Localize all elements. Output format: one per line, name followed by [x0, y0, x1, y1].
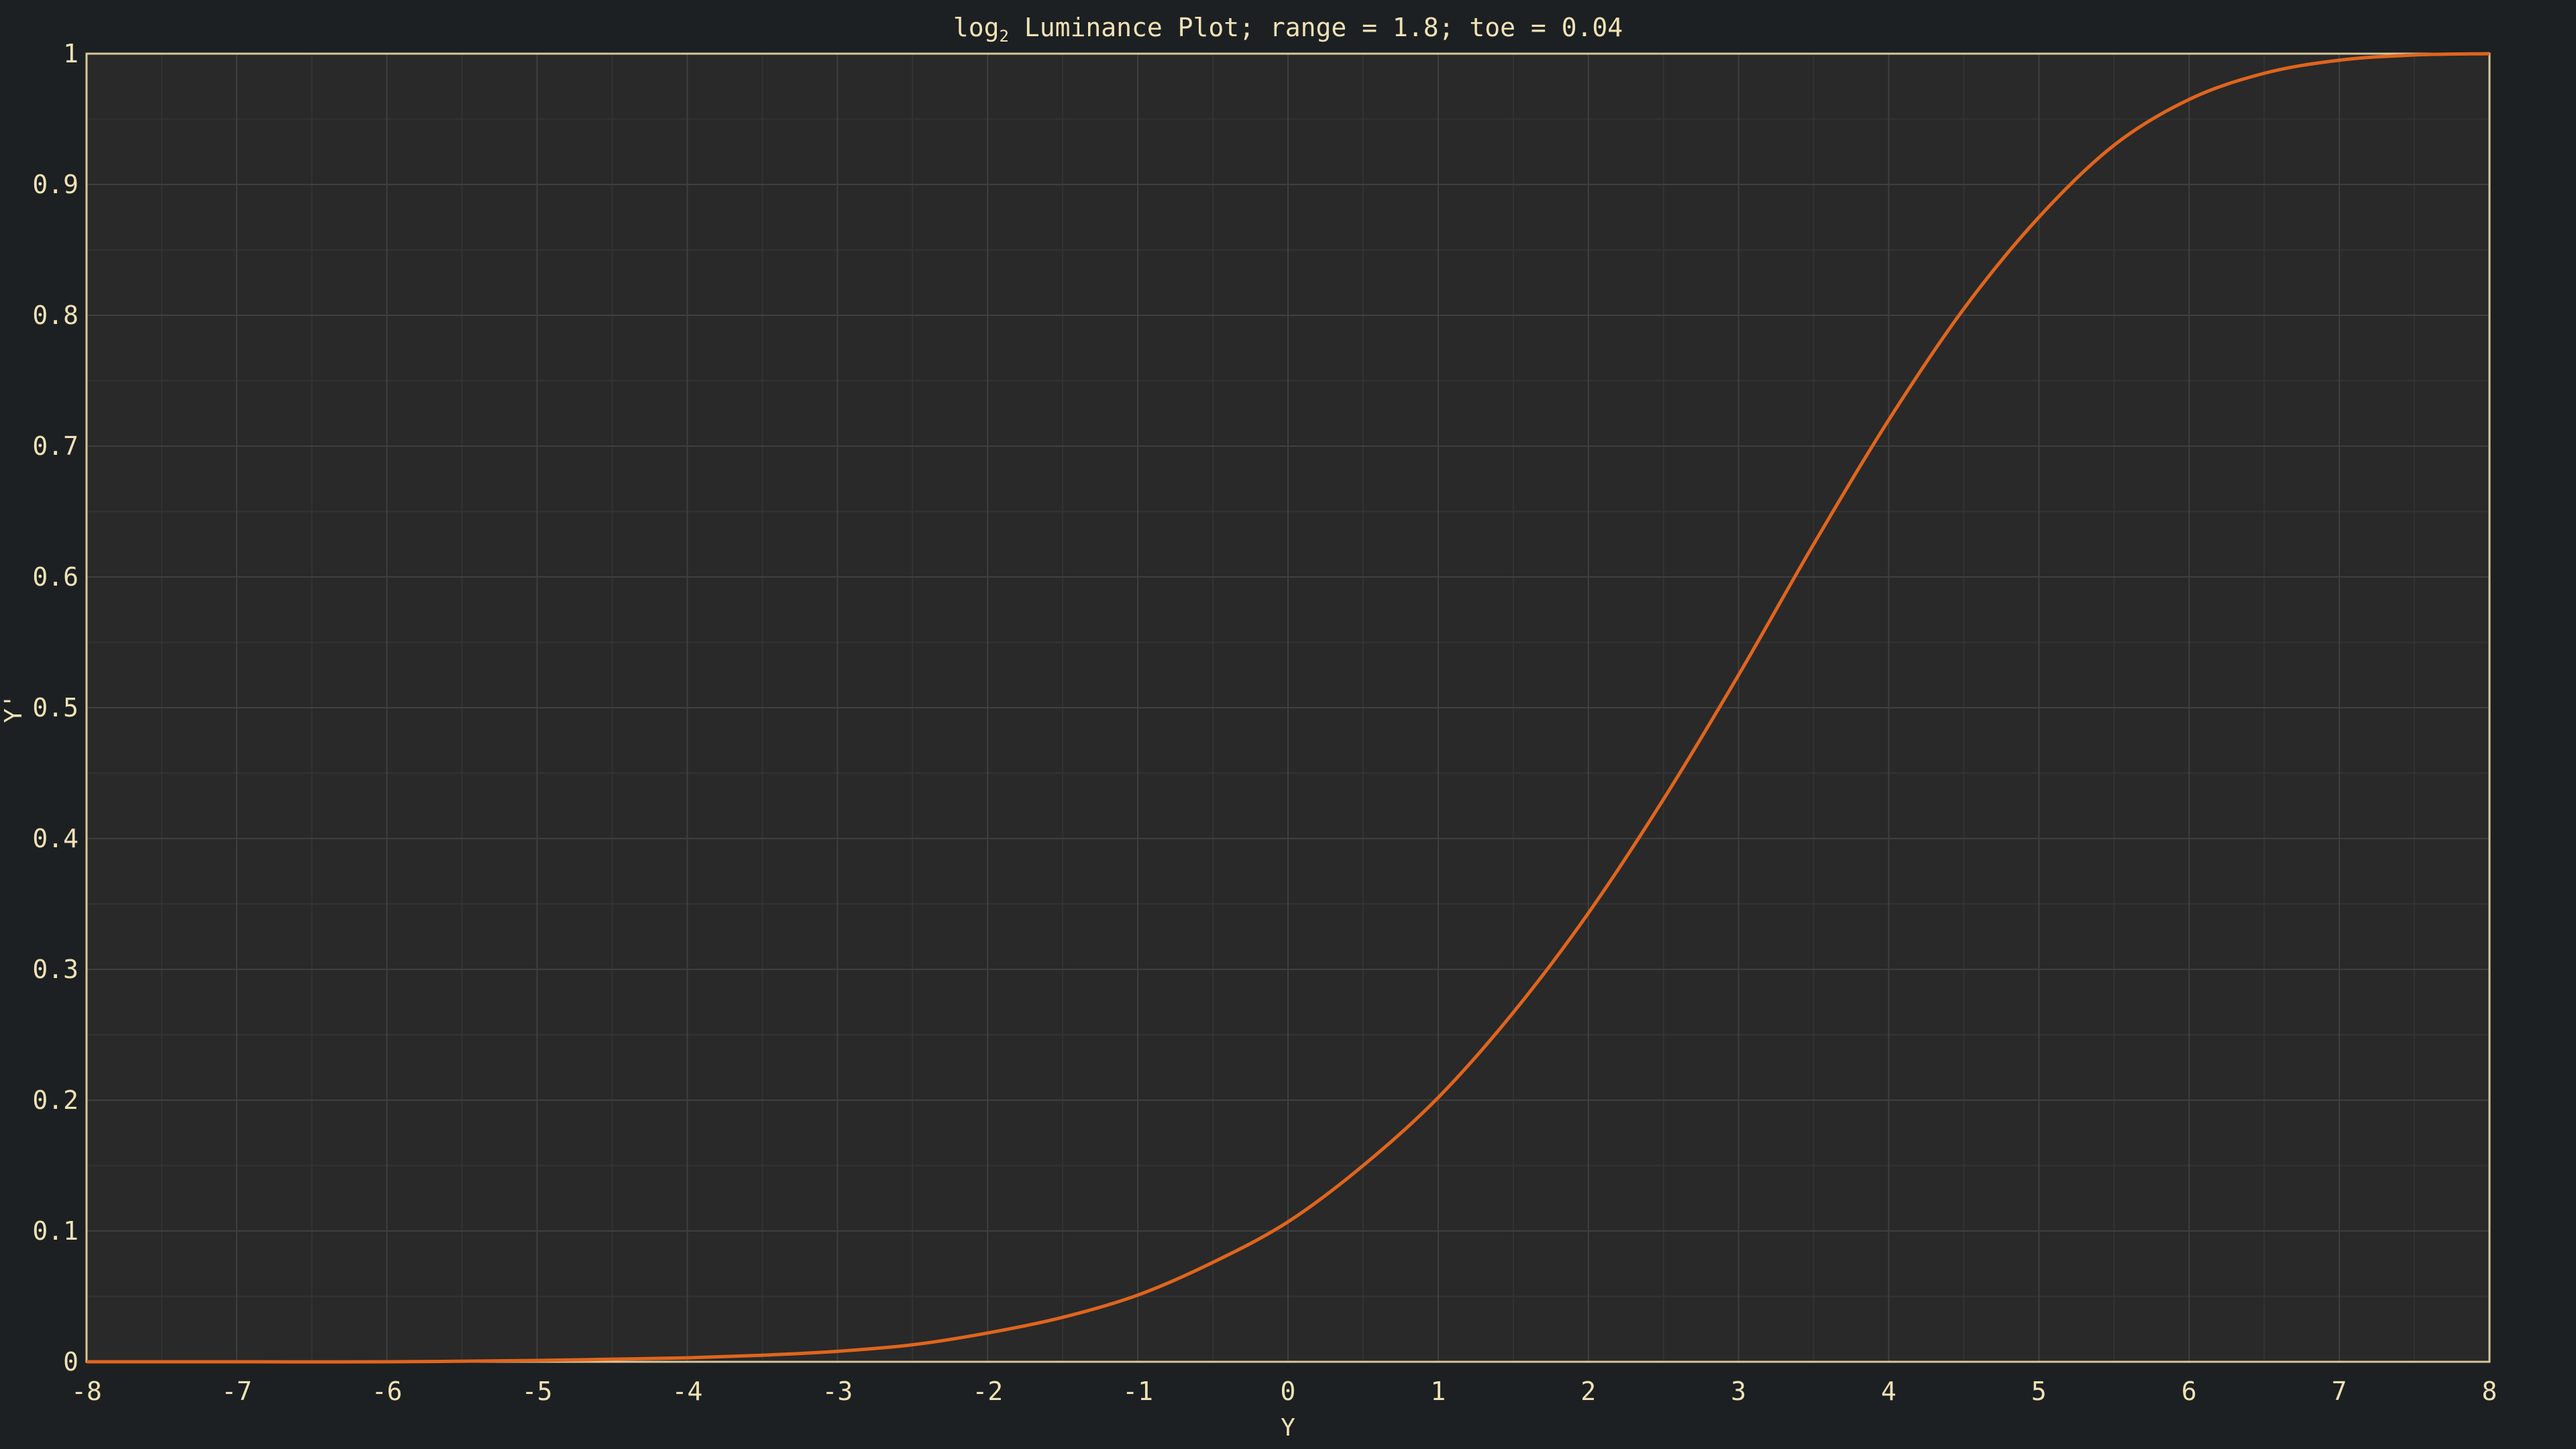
- x-tick-label: 0: [1281, 1377, 1296, 1406]
- x-tick-label: -6: [372, 1377, 402, 1406]
- y-tick-label: 0: [63, 1347, 78, 1377]
- y-tick-label: 0.2: [32, 1085, 78, 1115]
- x-tick-label: -4: [672, 1377, 703, 1406]
- chart-title-prefix: log: [953, 13, 1000, 42]
- y-tick-label: 0.4: [32, 824, 78, 853]
- x-tick-label: 5: [2031, 1377, 2047, 1406]
- y-axis-label: Y': [0, 694, 28, 722]
- x-tick-label: -5: [522, 1377, 553, 1406]
- y-tick-label: 0.9: [32, 170, 78, 199]
- y-tick-label: 0.3: [32, 955, 78, 984]
- y-tick-label: 1: [63, 39, 78, 68]
- chart-title-subscript: 2: [1000, 27, 1009, 46]
- x-tick-label: 7: [2332, 1377, 2347, 1406]
- x-tick-label: -1: [1122, 1377, 1153, 1406]
- x-tick-label: 8: [2482, 1377, 2498, 1406]
- y-tick-label: 0.1: [32, 1216, 78, 1246]
- y-tick-label: 0.8: [32, 301, 78, 330]
- y-tick-label: 0.6: [32, 562, 78, 592]
- y-tick-label: 0.7: [32, 431, 78, 461]
- chart-title: log2 Luminance Plot; range = 1.8; toe = …: [953, 13, 1623, 46]
- x-tick-label: -3: [822, 1377, 853, 1406]
- x-tick-label: 4: [1881, 1377, 1896, 1406]
- x-tick-label: 6: [2182, 1377, 2197, 1406]
- x-tick-label: 3: [1731, 1377, 1746, 1406]
- x-tick-label: 2: [1580, 1377, 1596, 1406]
- x-tick-label: -8: [71, 1377, 102, 1406]
- x-tick-label: 1: [1430, 1377, 1446, 1406]
- x-tick-label: -7: [221, 1377, 252, 1406]
- y-tick-label: 0.5: [32, 693, 78, 722]
- x-tick-label: -2: [972, 1377, 1003, 1406]
- luminance-chart: -8 -7 -6 -5 -4 -3 -2 -1 0 1 2 3 4 5 6 7 8 0 0.1 0.2 0.3 0.4 0…: [0, 0, 2576, 1449]
- chart-title-rest: Luminance Plot; range = 1.8; toe = 0.04: [1009, 13, 1623, 42]
- x-axis-label: Y: [1281, 1414, 1295, 1442]
